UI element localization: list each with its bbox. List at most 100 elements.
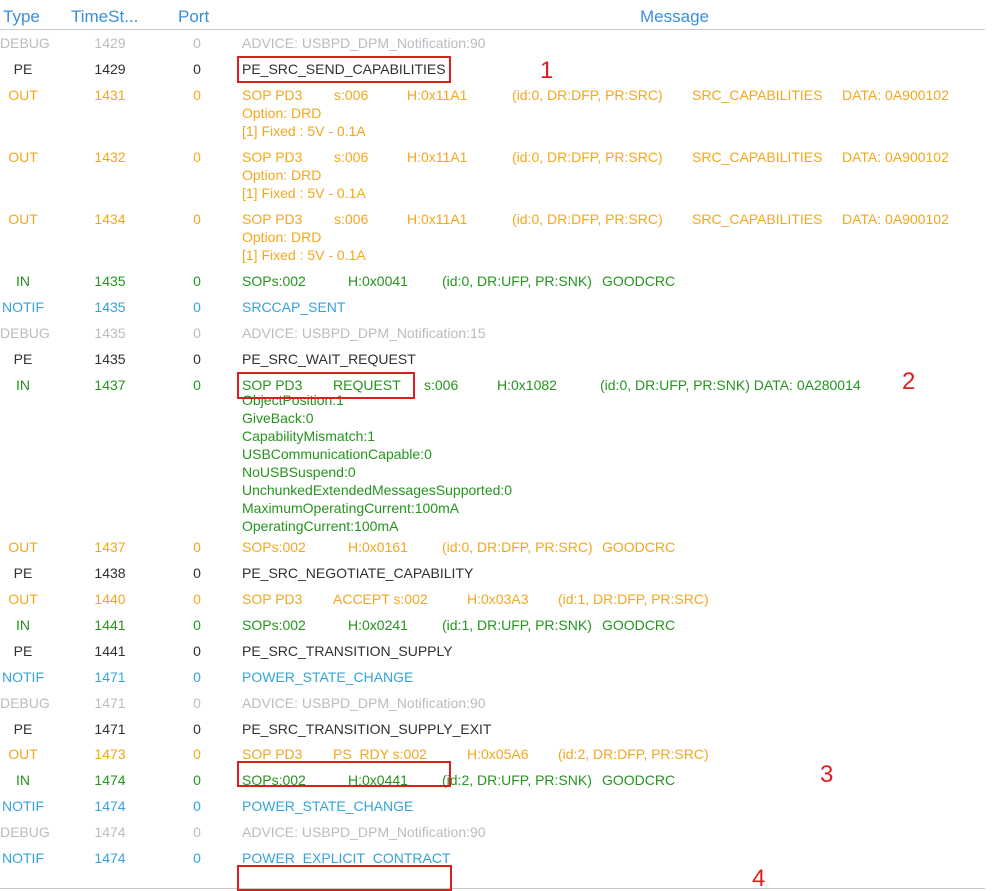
log-row[interactable]: DEBUG 1471 0 ADVICE: USBPD_DPM_Notification… bbox=[0, 691, 999, 717]
message-field: ADVICE: USBPD_DPM_Notification:90 bbox=[242, 824, 486, 841]
log-row[interactable]: DEBUG 1429 0 ADVICE: USBPD_DPM_Notification… bbox=[0, 31, 999, 57]
table-bottom-border bbox=[0, 888, 985, 889]
row-type: PE bbox=[13, 350, 33, 367]
row-timestamp: 1471 bbox=[94, 668, 126, 685]
log-row[interactable]: OUT 1431 0 SOP PD3 s:006 H:0x11A1 (id:0, DR:DF… bbox=[0, 83, 999, 145]
message-field: PE_SRC_TRANSITION_SUPPLY bbox=[242, 642, 453, 659]
message-detail-line: Option: DRD bbox=[242, 104, 322, 121]
message-field: SRC_CAPABILITIES bbox=[692, 86, 823, 103]
message-field: H:0x0241 bbox=[348, 616, 408, 633]
log-row[interactable]: IN 1435 0 SOPs:002 H:0x0041 (id:0, DR:UFP, PR… bbox=[0, 269, 999, 295]
message-field: GOODCRC bbox=[602, 273, 676, 290]
row-timestamp: 1471 bbox=[94, 694, 126, 711]
message-field: (id:2, DR:DFP, PR:SRC) bbox=[558, 746, 709, 763]
log-row[interactable]: IN 1441 0 SOPs:002 H:0x0241 (id:1, DR:UFP, PR… bbox=[0, 613, 999, 639]
message-field: SOPs:002 bbox=[242, 616, 306, 633]
row-timestamp: 1441 bbox=[94, 642, 126, 659]
message-field: (id:0, DR:UFP, PR:SNK) DATA: 0A280014 bbox=[600, 376, 861, 393]
row-port: 0 bbox=[193, 798, 201, 815]
row-message: SOP PD3 REQUEST s:006 H:0x1082 (id:0, DR:UFP… bbox=[242, 373, 861, 536]
row-type: OUT bbox=[8, 746, 38, 763]
message-detail-line: [1] Fixed : 5V - 0.1A bbox=[242, 184, 366, 201]
message-field: GOODCRC bbox=[602, 539, 676, 556]
row-timestamp: 1474 bbox=[94, 824, 126, 841]
log-row[interactable]: OUT 1437 0 SOPs:002 H:0x0161 (id:0, DR:DFP, P… bbox=[0, 535, 999, 561]
row-type: OUT bbox=[8, 148, 38, 165]
message-field: (id:1, DR:UFP, PR:SNK) bbox=[442, 616, 592, 633]
row-port: 0 bbox=[193, 746, 201, 763]
log-row[interactable]: PE 1429 0 PE_SRC_SEND_CAPABILITIES bbox=[0, 57, 999, 83]
message-field: SRC_CAPABILITIES bbox=[692, 148, 823, 165]
row-port: 0 bbox=[193, 86, 201, 103]
message-field: (id:0, DR:UFP, PR:SNK) bbox=[442, 273, 592, 290]
row-type: IN bbox=[16, 273, 30, 290]
log-row[interactable]: IN 1437 0 SOP PD3 REQUEST s:006 H:0x1082 (id:0,… bbox=[0, 373, 999, 536]
row-port: 0 bbox=[193, 376, 201, 393]
message-detail-line: USBCommunicationCapable:0 bbox=[242, 445, 432, 462]
row-timestamp: 1440 bbox=[94, 591, 126, 608]
message-detail-line: MaximumOperatingCurrent:100mA bbox=[242, 500, 460, 517]
message-field: SOPs:002 bbox=[242, 539, 306, 556]
message-detail-line: [1] Fixed : 5V - 0.1A bbox=[242, 246, 366, 263]
row-type: IN bbox=[16, 616, 30, 633]
message-field: PE_SRC_WAIT_REQUEST bbox=[242, 350, 416, 367]
message-field: SRC_CAPABILITIES bbox=[692, 210, 823, 227]
row-port: 0 bbox=[193, 148, 201, 165]
log-row[interactable]: NOTIF 1435 0 SRCCAP_SENT bbox=[0, 295, 999, 321]
row-message: SOP PD3 s:006 H:0x11A1 (id:0, DR:DFP, PR:SR… bbox=[242, 83, 949, 140]
message-field: PE_SRC_TRANSITION_SUPPLY_EXIT bbox=[242, 720, 492, 737]
row-port: 0 bbox=[193, 210, 201, 227]
message-field: SOPs:002 bbox=[242, 273, 306, 290]
log-row[interactable]: NOTIF 1474 0 POWER_EXPLICIT_CONTRACT bbox=[0, 846, 999, 872]
row-port: 0 bbox=[193, 772, 201, 789]
log-row[interactable]: PE 1435 0 PE_SRC_WAIT_REQUEST bbox=[0, 347, 999, 373]
column-header-port[interactable]: Port bbox=[178, 7, 209, 27]
row-type: NOTIF bbox=[2, 798, 44, 815]
message-detail-line: OperatingCurrent:100mA bbox=[242, 518, 399, 535]
column-header-type[interactable]: Type bbox=[3, 7, 40, 27]
row-port: 0 bbox=[193, 298, 201, 315]
log-row[interactable]: OUT 1432 0 SOP PD3 s:006 H:0x11A1 (id:0, DR:DF… bbox=[0, 145, 999, 207]
log-row[interactable]: PE 1438 0 PE_SRC_NEGOTIATE_CAPABILITY bbox=[0, 561, 999, 587]
log-row[interactable]: NOTIF 1474 0 POWER_STATE_CHANGE bbox=[0, 794, 999, 820]
row-timestamp: 1471 bbox=[94, 720, 126, 737]
log-row[interactable]: OUT 1473 0 SOP PD3 PS_RDY s:002 H:0x05A6 (id:2… bbox=[0, 742, 999, 768]
row-port: 0 bbox=[193, 616, 201, 633]
log-row[interactable]: PE 1441 0 PE_SRC_TRANSITION_SUPPLY bbox=[0, 639, 999, 665]
log-row[interactable]: PE 1471 0 PE_SRC_TRANSITION_SUPPLY_EXIT bbox=[0, 717, 999, 743]
message-detail-line: CapabilityMismatch:1 bbox=[242, 427, 376, 444]
message-field: H:0x11A1 bbox=[407, 210, 468, 227]
column-header-message[interactable]: Message bbox=[640, 7, 709, 27]
column-header-timestamp[interactable]: TimeSt... bbox=[71, 7, 138, 27]
log-row[interactable]: OUT 1440 0 SOP PD3 ACCEPT s:002 H:0x03A3 (id:1… bbox=[0, 587, 999, 613]
log-table: DEBUG 1429 0 ADVICE: USBPD_DPM_Notification… bbox=[0, 31, 999, 872]
row-type: DEBUG bbox=[0, 824, 50, 841]
log-row[interactable]: DEBUG 1435 0 ADVICE: USBPD_DPM_Notification… bbox=[0, 321, 999, 347]
row-type: OUT bbox=[8, 539, 38, 556]
log-row[interactable]: NOTIF 1471 0 POWER_STATE_CHANGE bbox=[0, 665, 999, 691]
row-timestamp: 1437 bbox=[94, 539, 126, 556]
row-port: 0 bbox=[193, 35, 201, 51]
message-detail-line: GiveBack:0 bbox=[242, 409, 314, 426]
row-type: OUT bbox=[8, 86, 38, 103]
log-row[interactable]: IN 1474 0 SOPs:002 H:0x0441 (id:2, DR:UFP, PR… bbox=[0, 768, 999, 794]
message-field: H:0x03A3 bbox=[467, 591, 529, 608]
row-type: PE bbox=[13, 642, 33, 659]
message-field: SRCCAP_SENT bbox=[242, 298, 346, 315]
row-type: DEBUG bbox=[0, 324, 50, 341]
message-field: ADVICE: USBPD_DPM_Notification:15 bbox=[242, 324, 486, 341]
row-timestamp: 1432 bbox=[94, 148, 126, 165]
row-timestamp: 1435 bbox=[94, 298, 126, 315]
log-row[interactable]: OUT 1434 0 SOP PD3 s:006 H:0x11A1 (id:0, DR:DF… bbox=[0, 207, 999, 269]
row-port: 0 bbox=[193, 642, 201, 659]
row-port: 0 bbox=[193, 350, 201, 367]
message-detail-line: UnchunkedExtendedMessagesSupported:0 bbox=[242, 481, 513, 498]
row-type: PE bbox=[13, 720, 33, 737]
log-row[interactable]: DEBUG 1474 0 ADVICE: USBPD_DPM_Notification… bbox=[0, 820, 999, 846]
row-timestamp: 1429 bbox=[94, 60, 126, 77]
log-header: Type TimeSt... Port Message bbox=[0, 0, 999, 30]
message-field: H:0x0441 bbox=[348, 772, 408, 789]
message-field: ADVICE: USBPD_DPM_Notification:90 bbox=[242, 35, 486, 51]
row-timestamp: 1435 bbox=[94, 324, 126, 341]
annotation-number-1: 1 bbox=[540, 57, 554, 84]
